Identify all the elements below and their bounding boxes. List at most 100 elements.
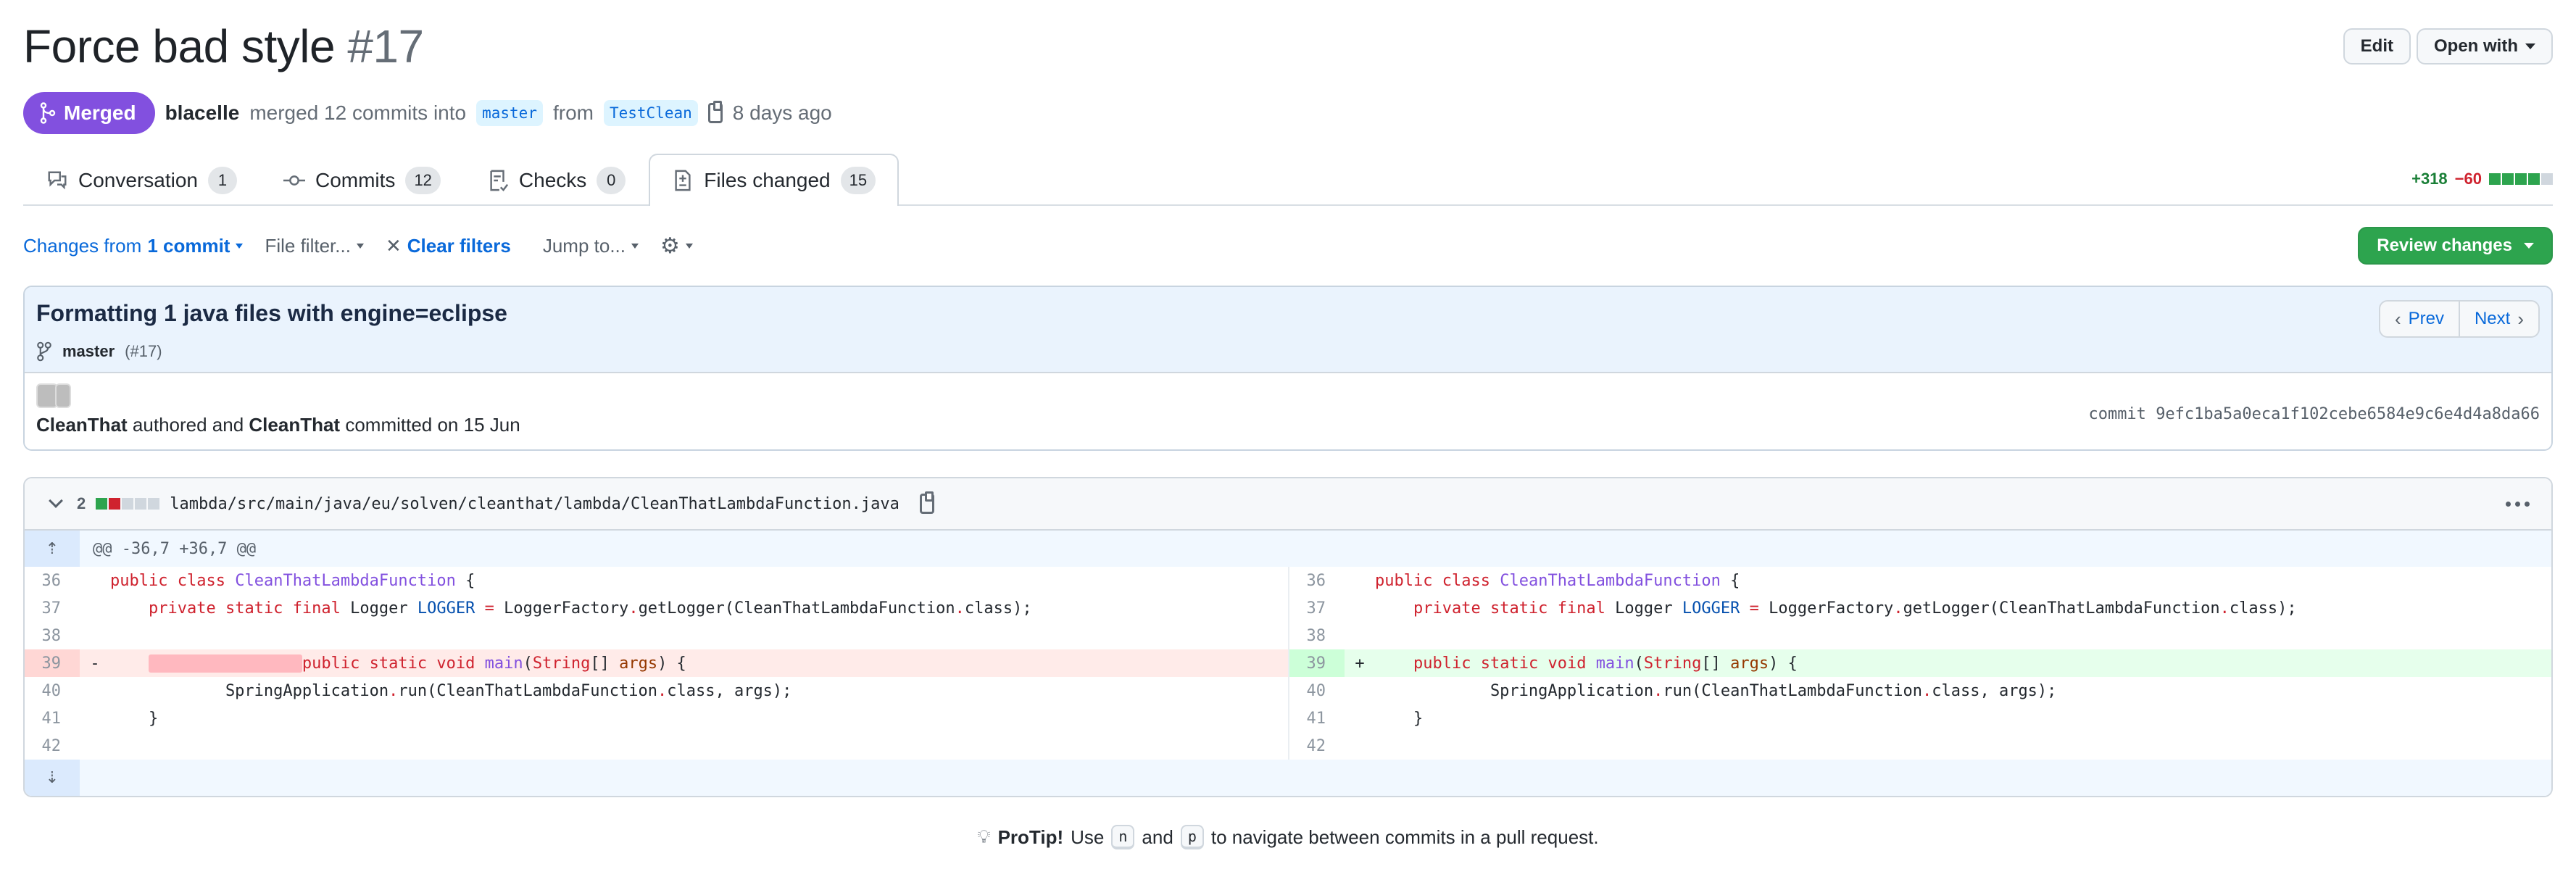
- jump-to-dropdown[interactable]: Jump to...: [543, 235, 639, 257]
- diff-line: 42: [1289, 732, 2551, 760]
- line-number[interactable]: 37: [25, 594, 80, 622]
- copy-icon[interactable]: [919, 491, 934, 514]
- line-number[interactable]: 42: [25, 732, 80, 760]
- code: }: [110, 709, 159, 728]
- tabs-row: Conversation 1 Commits 12 Checks 0 Files…: [23, 154, 2553, 206]
- edit-button[interactable]: Edit: [2343, 28, 2411, 65]
- deletions-count: −60: [2454, 170, 2482, 188]
- tab-counter: 15: [840, 167, 876, 194]
- review-changes-label: Review changes: [2377, 236, 2512, 255]
- prev-commit-button[interactable]: ‹ Prev: [2380, 302, 2459, 336]
- prev-label: Prev: [2408, 309, 2444, 328]
- diffstat-block: [2489, 173, 2501, 185]
- diff-line: 42: [25, 732, 1288, 760]
- protip: 💡︎ ProTip! Use n and p to navigate betwe…: [23, 825, 2553, 849]
- tab-label: Checks: [518, 169, 587, 191]
- diff-line: 40 SpringApplication.run(CleanThatLambda…: [25, 677, 1288, 704]
- commit-byline: CleanThat authored and CleanThat committ…: [36, 414, 520, 436]
- code: public class CleanThatLambdaFunction {: [110, 571, 475, 590]
- diff-line: 36 public class CleanThatLambdaFunction {: [1289, 567, 2551, 594]
- time-ago: 8 days ago: [732, 101, 832, 124]
- next-commit-button[interactable]: Next ›: [2458, 302, 2538, 336]
- file-filter-label: File filter...: [265, 234, 351, 257]
- changes-from-prefix: Changes from: [23, 234, 142, 257]
- open-with-button[interactable]: Open with: [2417, 28, 2553, 65]
- line-number[interactable]: 37: [1289, 594, 1345, 622]
- copy-icon[interactable]: [707, 101, 723, 123]
- caret-down-icon: [356, 243, 364, 249]
- merged-text: merged 12 commits into: [249, 101, 467, 124]
- commit-committer[interactable]: CleanThat: [249, 414, 340, 436]
- hunk-header: ⇡ @@ -36,7 +36,7 @@: [25, 531, 2551, 567]
- state-label: Merged: [64, 101, 136, 124]
- pr-title: Force bad style #17: [23, 20, 424, 73]
- changes-from-value: 1 commit: [147, 234, 230, 257]
- diff-line: 40 SpringApplication.run(CleanThatLambda…: [1289, 677, 2551, 704]
- diff-left-pane: 36 public class CleanThatLambdaFunction {…: [25, 567, 1288, 760]
- tab-conversation[interactable]: Conversation 1: [23, 154, 260, 206]
- commit-author[interactable]: CleanThat: [36, 414, 128, 436]
- kebab-horizontal-icon[interactable]: [2506, 501, 2530, 507]
- commit-header: Formatting 1 java files with engine=ecli…: [25, 287, 2551, 373]
- line-number[interactable]: 42: [1289, 732, 1345, 760]
- line-number[interactable]: 40: [1289, 677, 1345, 704]
- line-number[interactable]: 39: [25, 649, 80, 677]
- split-diff: 36 public class CleanThatLambdaFunction {…: [25, 567, 2551, 760]
- expand-down-icon[interactable]: ⇣: [25, 760, 80, 796]
- tab-counter: 0: [597, 167, 626, 194]
- file-diffstat-blocks: [96, 498, 160, 510]
- code: public static void main(String[] args) {: [1413, 654, 1798, 673]
- code: private static final Logger LOGGER = Log…: [1413, 599, 2297, 618]
- base-branch-link[interactable]: master: [476, 100, 543, 126]
- comment-discussion-icon: [48, 171, 67, 190]
- changes-from-dropdown[interactable]: Changes from 1 commit: [23, 234, 244, 257]
- line-number[interactable]: 38: [1289, 622, 1345, 649]
- next-label: Next: [2474, 309, 2511, 328]
- line-number[interactable]: 41: [25, 704, 80, 732]
- caret-down-icon: [631, 243, 639, 249]
- diff-line: 37 private static final Logger LOGGER = …: [25, 594, 1288, 622]
- committer-avatar[interactable]: [55, 383, 71, 408]
- files-toolbar: Changes from 1 commit File filter... ✕ C…: [23, 206, 2553, 286]
- diff-settings-dropdown[interactable]: ⚙: [660, 233, 693, 259]
- line-number[interactable]: 40: [25, 677, 80, 704]
- diff-line: 37 private static final Logger LOGGER = …: [1289, 594, 2551, 622]
- line-number[interactable]: 39: [1289, 649, 1345, 677]
- head-branch-link[interactable]: TestClean: [603, 100, 698, 126]
- gear-icon: ⚙: [660, 233, 680, 258]
- tab-counter: 12: [405, 167, 441, 194]
- tab-checks[interactable]: Checks 0: [464, 154, 649, 206]
- diff-line-added: 39 + public static void main(String[] arg…: [1289, 649, 2551, 677]
- line-number[interactable]: 38: [25, 622, 80, 649]
- file-filter-dropdown[interactable]: File filter...: [265, 234, 364, 257]
- diffstat-block: [2541, 173, 2553, 185]
- diff-line: 41 }: [1289, 704, 2551, 732]
- additions-count: +318: [2411, 170, 2448, 188]
- diffstat-block: [2502, 173, 2514, 185]
- diffstat-block: [135, 498, 147, 510]
- code: public class CleanThatLambdaFunction {: [1375, 571, 1740, 590]
- chevron-down-icon[interactable]: [49, 494, 63, 508]
- line-number[interactable]: 36: [25, 567, 80, 594]
- diffstat-block: [122, 498, 134, 510]
- clear-filters-label: Clear filters: [407, 234, 511, 257]
- caret-down-icon: [2525, 43, 2535, 49]
- git-merge-icon: [40, 102, 56, 124]
- tab-commits[interactable]: Commits 12: [260, 154, 464, 206]
- line-number[interactable]: 36: [1289, 567, 1345, 594]
- pr-ref-link[interactable]: (#17): [125, 342, 162, 361]
- open-with-label: Open with: [2434, 36, 2518, 56]
- author-link[interactable]: blacelle: [165, 101, 240, 125]
- avatar-stack: [36, 383, 520, 408]
- diffstat-block: [96, 498, 108, 510]
- review-changes-button[interactable]: Review changes: [2358, 227, 2553, 265]
- tab-files-changed[interactable]: Files changed 15: [649, 154, 899, 206]
- clear-filters-button[interactable]: ✕ Clear filters: [386, 235, 511, 257]
- pr-number: #17: [347, 20, 424, 72]
- line-number[interactable]: 41: [1289, 704, 1345, 732]
- commit-sha: commit 9efc1ba5a0eca1f102cebe6584e9c6e4d…: [2088, 405, 2540, 436]
- expand-up-icon[interactable]: ⇡: [25, 531, 80, 567]
- commit-branch: master: [62, 342, 115, 360]
- commit-branch-info: master (#17): [36, 341, 507, 362]
- file-path-link[interactable]: lambda/src/main/java/eu/solven/cleanthat…: [170, 495, 899, 513]
